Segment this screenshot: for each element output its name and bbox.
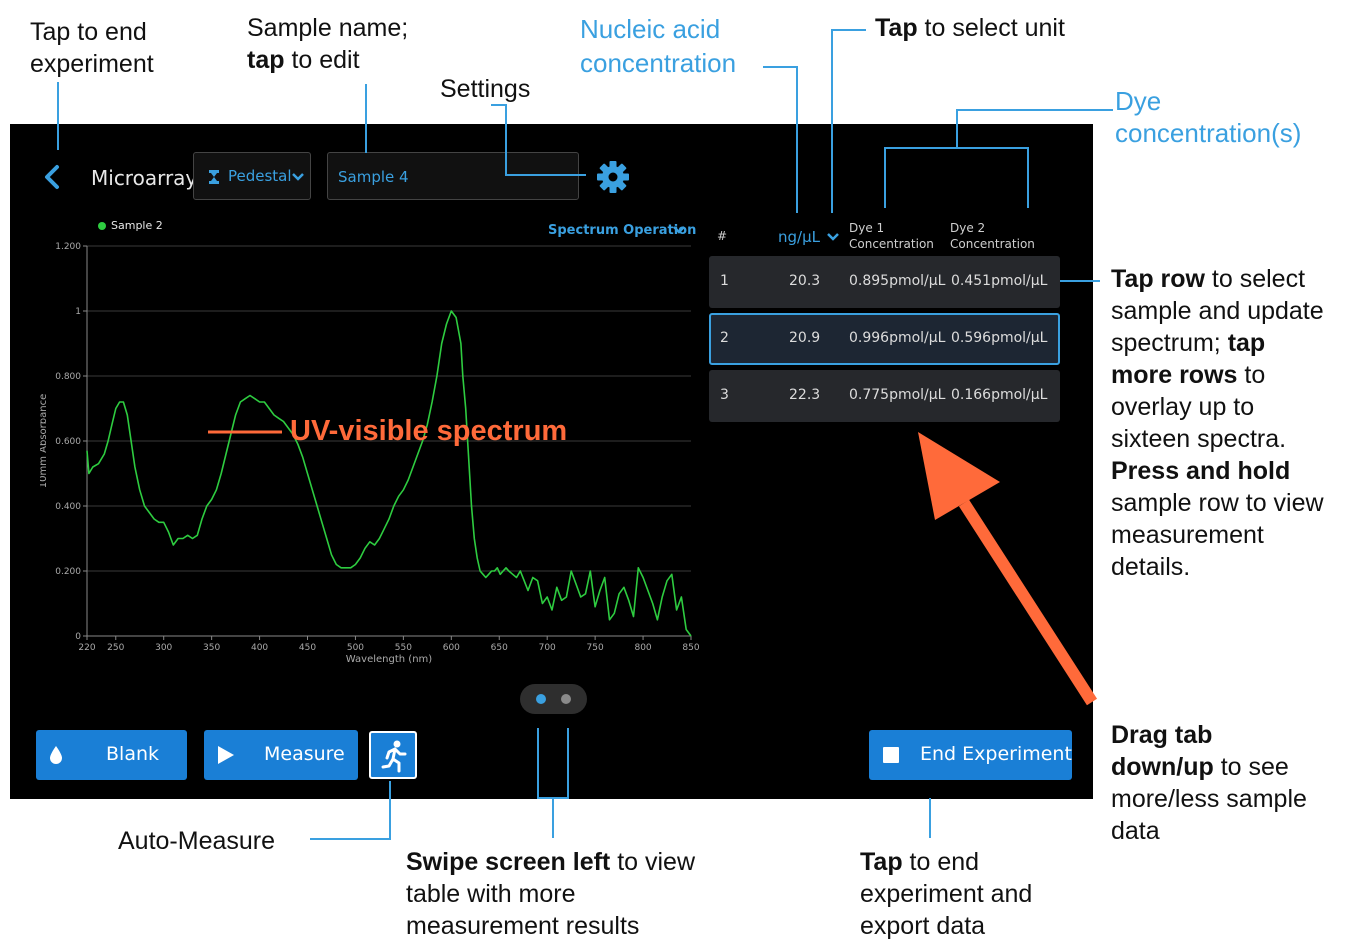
y-tick-label: 1 [75, 307, 81, 317]
running-person-icon [381, 740, 407, 773]
y-axis-label: 10mm Absorbance [40, 394, 49, 488]
table-row[interactable]: 3 22.3 0.775pmol/µL 0.166pmol/µL [709, 370, 1060, 422]
x-tick-label: 550 [395, 643, 412, 653]
annotation-uv-spectrum: UV-visible spectrum [290, 415, 568, 447]
pedestal-dropdown[interactable]: Pedestal [193, 152, 311, 200]
annotation-export: Tap to end experiment and export data [860, 848, 1033, 940]
play-icon [218, 746, 234, 764]
x-tick-label: 400 [251, 643, 268, 653]
page-dot-active [536, 694, 546, 704]
annotation-auto-measure: Auto-Measure [118, 827, 276, 855]
instrument-screen: Microarray Pedestal Sample 4 Sample 2 Sp… [10, 124, 1093, 799]
x-tick-label: 750 [587, 643, 604, 653]
y-tick-label: 0.400 [55, 502, 81, 512]
droplet-icon [50, 746, 62, 764]
annotation-nucleic-acid: Nucleic acid concentration [580, 14, 737, 78]
auto-measure-button[interactable] [369, 731, 417, 779]
measure-button[interactable]: Measure [204, 730, 358, 780]
blank-button[interactable]: Blank [36, 730, 187, 780]
x-tick-label: 700 [539, 643, 556, 653]
legend-marker [98, 222, 106, 230]
y-tick-label: 1.200 [55, 242, 81, 252]
x-tick-label: 500 [347, 643, 364, 653]
pedestal-label: Pedestal [228, 167, 292, 185]
column-header-dye2: Dye 2 Concentration [950, 221, 1035, 251]
gear-icon[interactable] [596, 160, 630, 194]
annotation-end-experiment: Tap to end experiment [30, 18, 154, 78]
annotation-dye-concentration: Dye concentration(s) [1115, 86, 1302, 148]
x-axis-label: Wavelength (nm) [346, 654, 432, 665]
x-tick-label: 800 [634, 643, 651, 653]
sample-name-input[interactable]: Sample 4 [327, 152, 579, 200]
stop-icon [883, 747, 899, 763]
app-title: Microarray [91, 166, 198, 190]
y-tick-label: 0.600 [55, 437, 81, 447]
x-tick-label: 450 [299, 643, 316, 653]
x-tick-label: 850 [682, 643, 699, 653]
column-header-number: # [717, 229, 728, 243]
end-experiment-button[interactable]: End Experiment [869, 730, 1072, 780]
x-tick-label: 650 [491, 643, 508, 653]
pedestal-icon [209, 170, 219, 184]
page-dot [561, 694, 571, 704]
table-row-selected[interactable]: 2 20.9 0.996pmol/µL 0.596pmol/µL [709, 313, 1060, 365]
chevron-left-icon[interactable] [40, 164, 66, 190]
page-indicator[interactable] [520, 684, 587, 714]
x-tick-label: 350 [203, 643, 220, 653]
annotation-swipe: Swipe screen left to view table with more… [406, 848, 696, 940]
legend-label: Sample 2 [111, 219, 163, 232]
annotation-settings: Settings [440, 75, 531, 103]
annotation-tap-row: Tap row to select sample and update spectr… [1111, 265, 1324, 581]
uv-spectrum-chart: 0 0.200 0.400 0.600 0.800 1 1.200 220 250 300 350 4… [40, 242, 700, 665]
x-tick-label: 600 [443, 643, 460, 653]
y-tick-label: 0.800 [55, 372, 81, 382]
annotation-select-unit: Tap to select unit [875, 14, 1065, 42]
column-header-dye1: Dye 1 Concentration [849, 221, 934, 251]
x-tick-label: 300 [155, 643, 172, 653]
unit-selector[interactable]: ng/µL [778, 228, 820, 246]
y-tick-label: 0 [75, 632, 81, 642]
annotation-drag-tab: Drag tab down/up to see more/less sample da… [1111, 721, 1307, 845]
chevron-down-icon[interactable] [826, 231, 840, 243]
chevron-down-icon [292, 173, 304, 181]
annotation-sample-name: Sample name; tap to edit [247, 14, 409, 74]
table-row[interactable]: 1 20.3 0.895pmol/µL 0.451pmol/µL [709, 256, 1060, 308]
spectrum-line [86, 310, 692, 637]
y-tick-label: 0.200 [55, 567, 81, 577]
x-tick-label: 220 [78, 643, 95, 653]
x-tick-label: 250 [107, 643, 124, 653]
